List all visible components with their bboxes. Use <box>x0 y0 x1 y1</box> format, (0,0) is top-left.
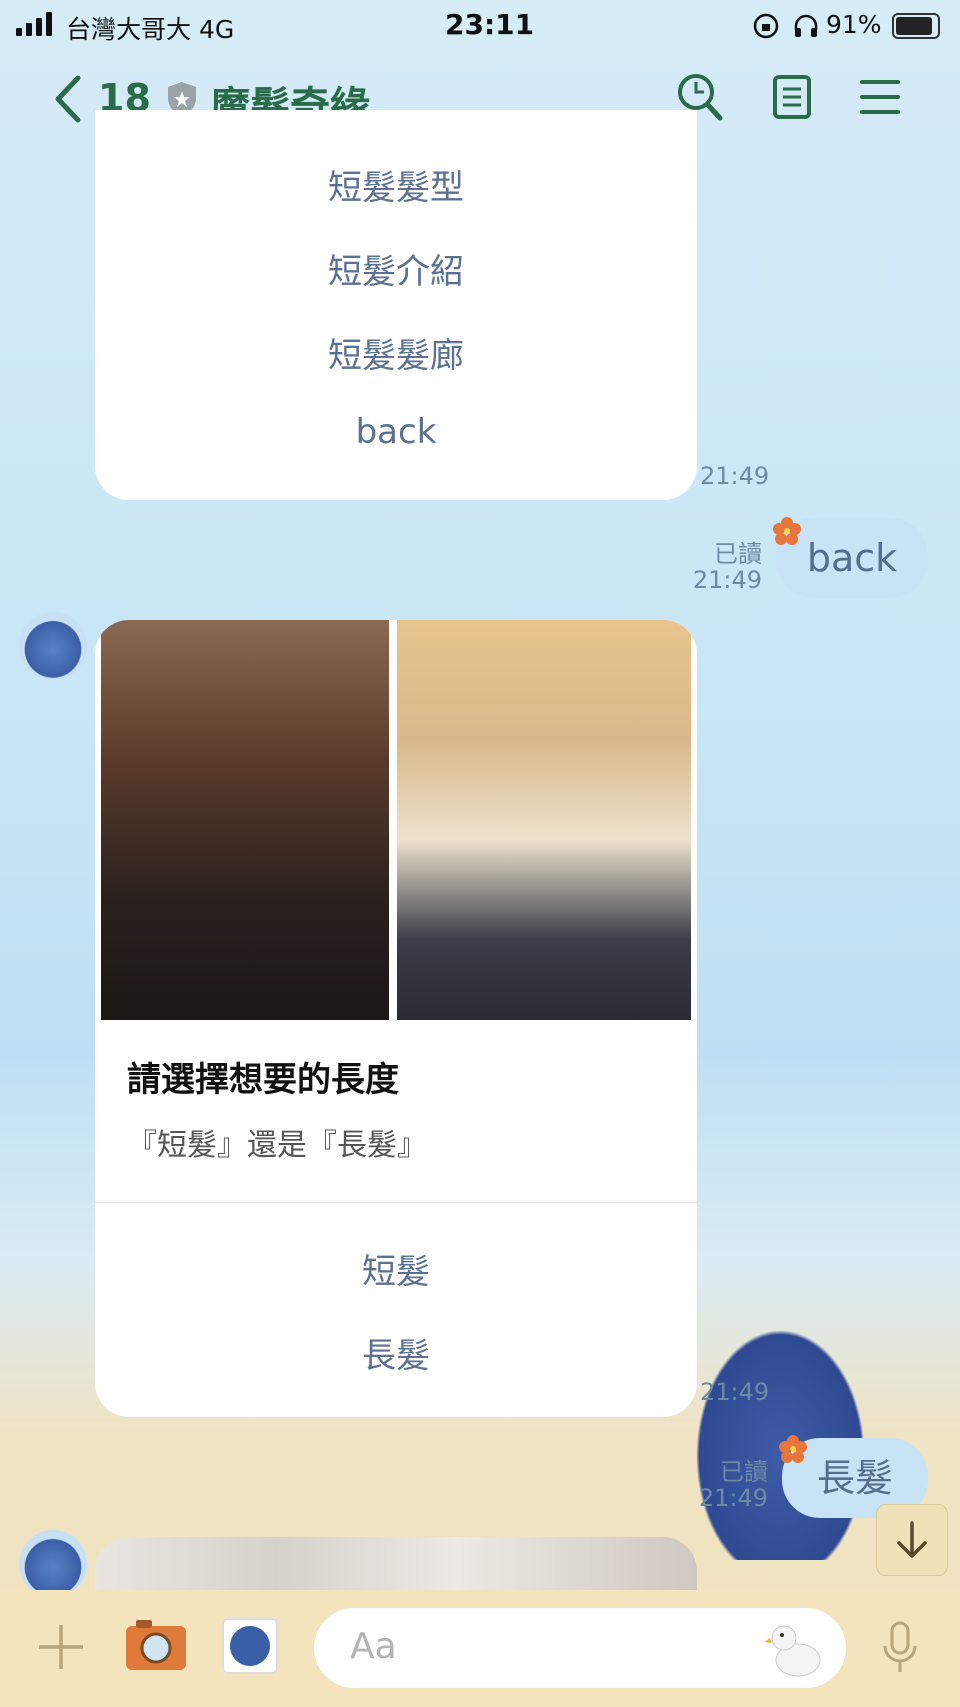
read-receipt: 已讀 <box>720 1458 768 1486</box>
clock: 23:11 <box>445 8 535 41</box>
camera-icon[interactable] <box>124 1616 188 1672</box>
chevron-left-icon[interactable] <box>52 74 84 124</box>
message-input-placeholder: Aa <box>350 1626 397 1667</box>
option-long-hair[interactable]: 長髮 <box>95 1328 697 1377</box>
message-timestamp: 21:49 <box>700 1378 770 1406</box>
menu-item-short-hair-style[interactable]: 短髮髮型 <box>95 160 697 209</box>
stitch-decoration <box>676 1300 866 1560</box>
input-bar: Aa <box>0 1590 960 1707</box>
carrier-label: 台灣大哥大 4G <box>66 15 235 44</box>
message-timestamp: 21:49 <box>700 462 770 490</box>
plus-icon[interactable] <box>36 1622 86 1672</box>
bot-avatar[interactable] <box>19 1530 87 1598</box>
photo-carousel-preview <box>95 1537 697 1590</box>
arrow-down-icon <box>897 1521 927 1558</box>
message-input[interactable]: Aa <box>314 1608 846 1688</box>
menu-card: 短髮髮型 短髮介紹 短髮髮廊 back <box>95 110 697 500</box>
card-subtitle: 『短髮』還是『長髮』 <box>127 1128 427 1163</box>
sticker-icon[interactable] <box>222 1618 278 1674</box>
option-short-hair[interactable]: 短髮 <box>95 1244 697 1293</box>
battery-percentage: 91% <box>826 10 882 39</box>
hibiscus-icon <box>779 1435 807 1463</box>
microphone-icon[interactable] <box>880 1620 920 1676</box>
orientation-lock-icon <box>753 13 779 39</box>
menu-item-short-hair-salon[interactable]: 短髮髮廊 <box>95 328 697 377</box>
long-hair-photo <box>101 620 389 1020</box>
read-receipt: 已讀 <box>714 540 762 568</box>
menu-item-short-hair-intro[interactable]: 短髮介紹 <box>95 244 697 293</box>
message-timestamp: 21:49 <box>692 566 762 594</box>
hamburger-menu-icon[interactable] <box>860 78 900 116</box>
card-title: 請選擇想要的長度 <box>127 1060 399 1100</box>
status-bar: 台灣大哥大 4G 23:11 91% <box>0 0 960 50</box>
card-divider <box>95 1202 697 1203</box>
headphones-icon <box>794 14 818 37</box>
length-selection-card: 請選擇想要的長度 『短髮』還是『長髮』 短髮 長髮 <box>95 620 697 1417</box>
message-timestamp: 21:49 <box>698 1484 768 1512</box>
short-hair-photo <box>397 620 691 1020</box>
notes-icon[interactable] <box>772 74 812 120</box>
signal-icon <box>16 12 56 36</box>
menu-item-back[interactable]: back <box>95 412 697 452</box>
battery-icon <box>892 13 940 39</box>
duck-sticker-icon[interactable] <box>762 1616 828 1682</box>
bot-avatar[interactable] <box>19 612 87 680</box>
scroll-to-bottom-button[interactable] <box>876 1504 948 1576</box>
hibiscus-icon <box>773 517 801 545</box>
